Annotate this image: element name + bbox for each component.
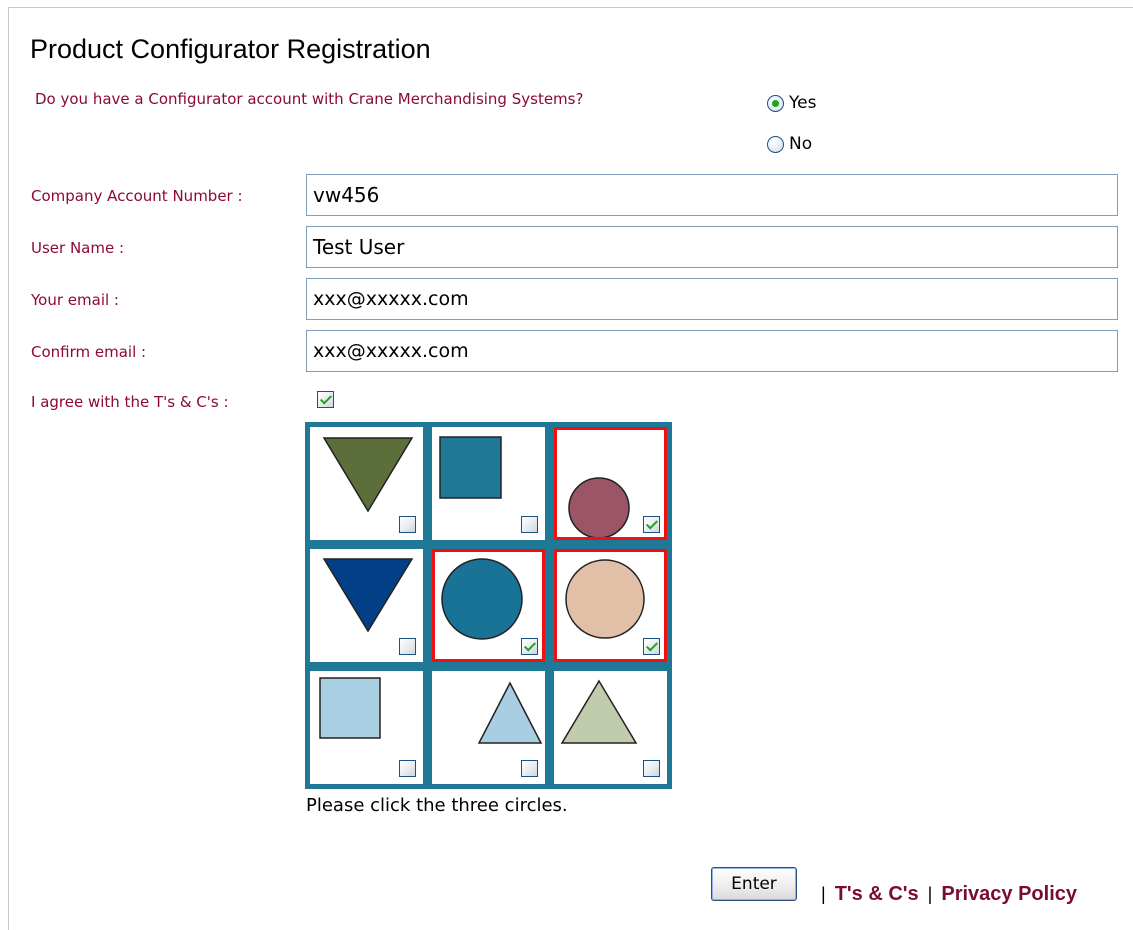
link-separator: |: [927, 884, 933, 904]
captcha-cell-2[interactable]: [432, 427, 545, 540]
captcha-cell-8[interactable]: [432, 671, 545, 784]
captcha-checkbox-1[interactable]: [399, 516, 416, 533]
captcha-grid: [305, 422, 672, 789]
company-account-input[interactable]: vw456: [306, 174, 1118, 216]
email-input[interactable]: xxx@xxxxx.com: [306, 278, 1118, 320]
captcha-checkbox-8[interactable]: [521, 760, 538, 777]
radio-option-no[interactable]: No: [767, 134, 812, 154]
captcha-checkbox-7[interactable]: [399, 760, 416, 777]
captcha-cell-7[interactable]: [310, 671, 423, 784]
captcha-checkbox-3[interactable]: [643, 516, 660, 533]
captcha-checkbox-4[interactable]: [399, 638, 416, 655]
captcha-cell-4[interactable]: [310, 549, 423, 662]
radio-option-yes[interactable]: Yes: [767, 93, 816, 113]
footer-links: | T's & C's | Privacy Policy: [812, 883, 1077, 906]
company-account-label: Company Account Number :: [31, 187, 243, 205]
confirm-email-label: Confirm email :: [31, 343, 147, 361]
radio-yes-button[interactable]: [767, 94, 784, 112]
captcha-checkbox-5[interactable]: [521, 638, 538, 655]
captcha-cell-5[interactable]: [432, 549, 545, 662]
terms-link[interactable]: T's & C's: [835, 883, 919, 906]
radio-no-button[interactable]: [767, 135, 784, 153]
captcha-cell-1[interactable]: [310, 427, 423, 540]
captcha-checkbox-9[interactable]: [643, 760, 660, 777]
user-name-input[interactable]: Test User: [306, 226, 1118, 268]
radio-selected-dot: [772, 99, 779, 107]
privacy-policy-link[interactable]: Privacy Policy: [941, 883, 1077, 906]
link-separator: |: [821, 884, 826, 904]
captcha-cell-3[interactable]: [554, 427, 667, 540]
account-question: Do you have a Configurator account with …: [35, 90, 584, 108]
captcha-cell-9[interactable]: [554, 671, 667, 784]
confirm-email-input[interactable]: xxx@xxxxx.com: [306, 330, 1118, 372]
page-title: Product Configurator Registration: [30, 34, 431, 64]
radio-no-label: No: [789, 134, 813, 154]
captcha-checkbox-2[interactable]: [521, 516, 538, 533]
captcha-cell-6[interactable]: [554, 549, 667, 662]
captcha-instruction: Please click the three circles.: [306, 795, 568, 816]
page-frame-left: [8, 7, 9, 930]
captcha-checkbox-6[interactable]: [643, 638, 660, 655]
enter-button[interactable]: Enter: [711, 867, 797, 901]
terms-label: I agree with the T's & C's :: [31, 393, 229, 411]
radio-yes-label: Yes: [789, 93, 817, 113]
user-name-label: User Name :: [31, 239, 125, 257]
email-label: Your email :: [31, 291, 119, 309]
page-frame-top: [8, 7, 1133, 8]
terms-checkbox[interactable]: [317, 391, 334, 408]
